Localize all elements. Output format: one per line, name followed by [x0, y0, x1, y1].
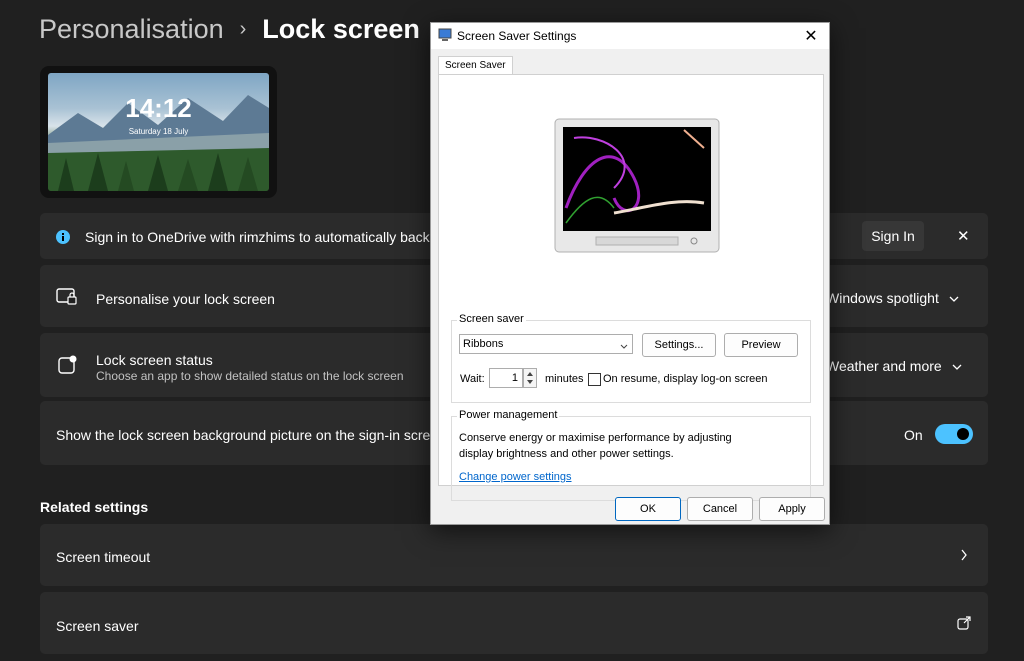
ok-button[interactable]: OK	[615, 497, 681, 521]
info-icon	[55, 229, 75, 249]
chevron-down-icon	[949, 290, 959, 306]
minutes-label: minutes	[545, 373, 584, 385]
breadcrumb-separator-icon: ›	[239, 18, 247, 40]
preview-date: Saturday 18 July	[128, 127, 189, 136]
chevron-down-icon	[620, 341, 628, 353]
preview-button[interactable]: Preview	[724, 333, 798, 357]
monitor-preview	[554, 118, 720, 253]
external-link-icon	[957, 616, 971, 635]
wait-label: Wait:	[460, 373, 485, 385]
power-management-group: Power management Conserve energy or maxi…	[451, 409, 811, 501]
related-settings-title: Related settings	[40, 499, 149, 515]
lock-screen-preview: 14:12 Saturday 18 July	[40, 66, 277, 198]
close-icon[interactable]: ✕	[957, 227, 970, 245]
sign-in-button[interactable]: Sign In	[862, 221, 924, 251]
breadcrumb-parent[interactable]: Personalisation	[39, 14, 224, 45]
status-sublabel: Choose an app to show detailed status on…	[96, 369, 404, 383]
wait-spinner[interactable]	[523, 368, 537, 388]
breadcrumb: Personalisation › Lock screen	[39, 14, 420, 45]
dialog-title: Screen Saver Settings	[457, 29, 577, 43]
preview-image: 14:12 Saturday 18 July	[48, 73, 269, 191]
change-power-settings-link[interactable]: Change power settings	[459, 471, 572, 483]
toggle-state-label: On	[904, 427, 923, 443]
power-group-label: Power management	[457, 409, 560, 421]
screen-saver-app-icon	[438, 28, 452, 42]
screen-saver-select[interactable]: Ribbons	[459, 334, 633, 354]
status-label: Lock screen status	[96, 352, 213, 368]
power-text-line-1: Conserve energy or maximise performance …	[459, 432, 732, 444]
status-icon	[58, 355, 78, 375]
tab-screen-saver[interactable]: Screen Saver	[438, 56, 513, 75]
screen-saver-dialog: Screen Saver Settings ✕ Screen Saver Scr…	[430, 22, 830, 525]
chevron-right-icon	[960, 548, 968, 566]
preview-time: 14:12	[125, 93, 192, 123]
wait-input[interactable]: 1	[489, 368, 523, 388]
screen-saver-group-label: Screen saver	[457, 313, 526, 325]
resume-checkbox[interactable]	[588, 373, 601, 386]
page-title: Lock screen	[262, 14, 420, 44]
apply-button[interactable]: Apply	[759, 497, 825, 521]
screen-saver-selected: Ribbons	[463, 338, 504, 350]
related-item-screen-saver[interactable]: Screen saver	[40, 592, 988, 654]
related-item-label: Screen saver	[56, 618, 139, 634]
wait-value: 1	[511, 372, 518, 384]
screen-saver-tab-panel: Screen saver Ribbons Settings... Preview…	[438, 74, 824, 501]
personalise-dropdown[interactable]: Windows spotlight	[826, 290, 959, 306]
related-item-screen-timeout[interactable]: Screen timeout	[40, 524, 988, 586]
status-dropdown[interactable]: Weather and more	[826, 358, 962, 374]
personalise-value: Windows spotlight	[826, 290, 939, 306]
onedrive-text: Sign in to OneDrive with rimzhims to aut…	[85, 229, 430, 245]
resume-label: On resume, display log-on screen	[603, 373, 768, 385]
status-value: Weather and more	[826, 358, 942, 374]
personalise-label: Personalise your lock screen	[96, 291, 275, 307]
chevron-down-icon	[952, 358, 962, 374]
dialog-titlebar[interactable]: Screen Saver Settings ✕	[431, 23, 829, 49]
signin-bg-label: Show the lock screen background picture …	[56, 427, 446, 443]
screen-saver-group: Screen saver Ribbons Settings... Preview…	[451, 313, 811, 403]
close-icon[interactable]: ✕	[801, 26, 821, 46]
cancel-button[interactable]: Cancel	[687, 497, 753, 521]
related-item-label: Screen timeout	[56, 549, 151, 565]
settings-button[interactable]: Settings...	[642, 333, 716, 357]
signin-bg-toggle[interactable]	[935, 424, 973, 444]
power-text-line-2: display brightness and other power setti…	[459, 448, 674, 460]
lock-screen-icon	[56, 287, 77, 307]
